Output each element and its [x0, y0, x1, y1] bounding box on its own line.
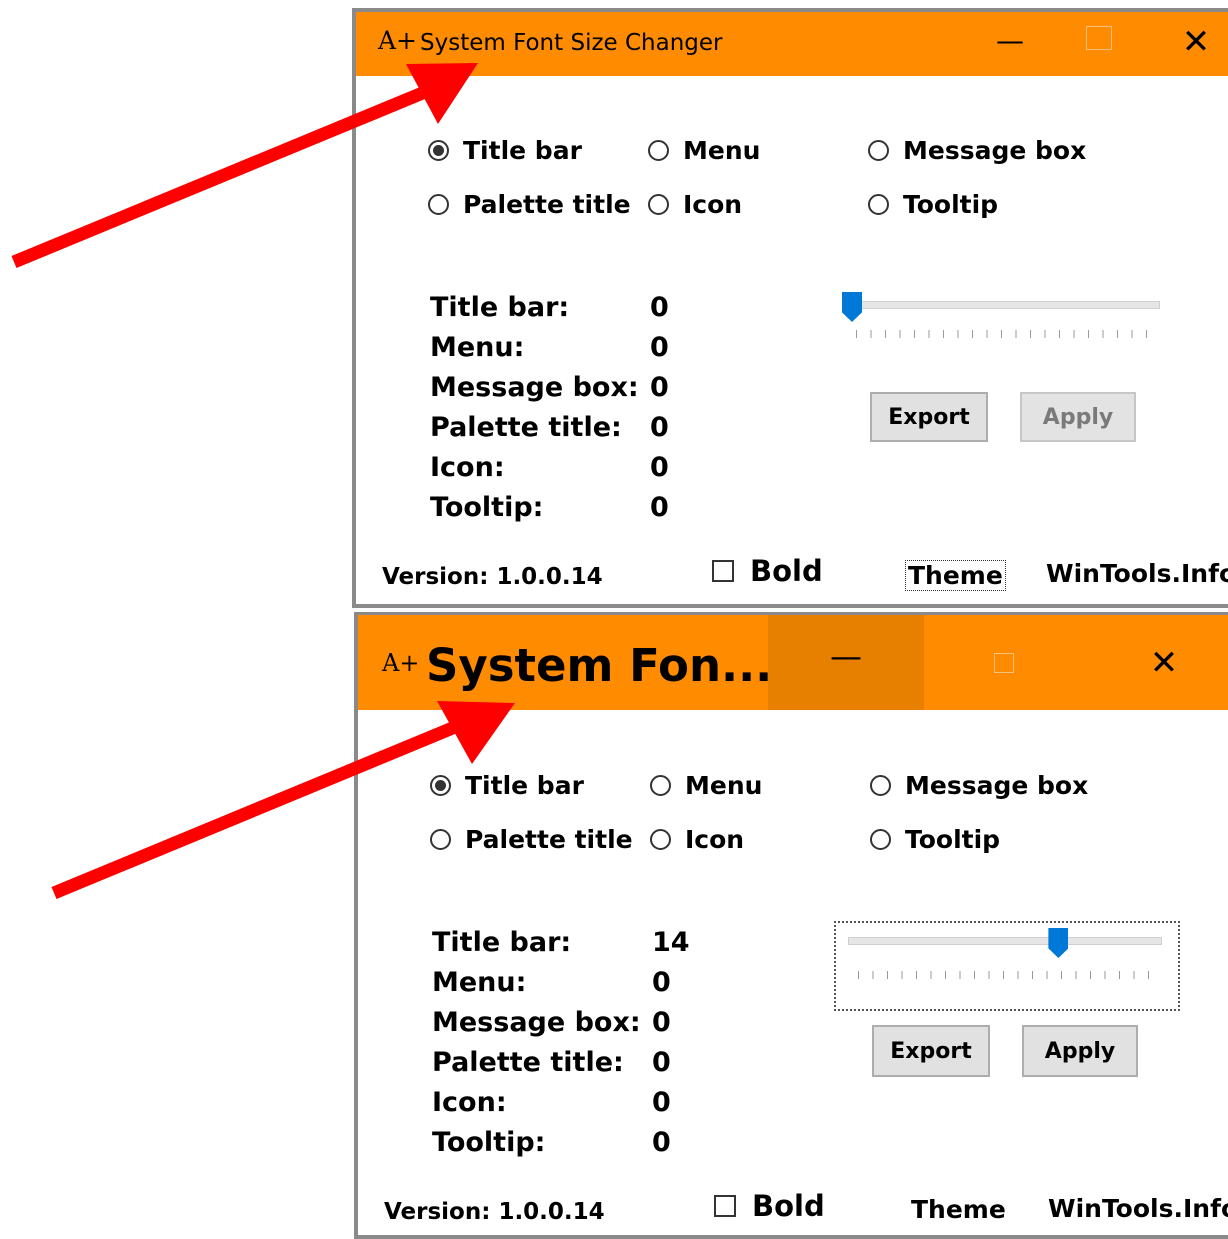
annotation-arrows — [11, 63, 515, 900]
arrow-top — [11, 63, 478, 269]
arrow-bottom — [51, 701, 515, 900]
